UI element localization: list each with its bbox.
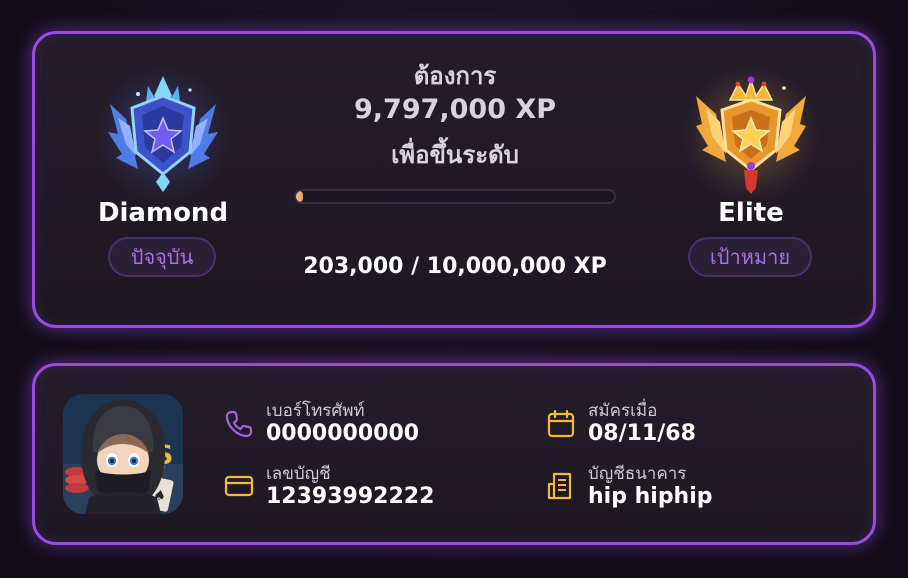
card-icon [224,475,254,497]
target-rank-tag: เป้าหมาย [688,237,812,277]
need-suffix: เพื่อขึ้นระดับ [391,141,519,169]
current-rank-name: Diamond [97,198,229,228]
diamond-rank-badge-icon [108,76,218,192]
need-label: ต้องการ [413,62,497,90]
xp-progress-bar [294,189,616,204]
phone-icon [225,410,253,438]
xp-progress-text: 203,000 / 10,000,000 XP [303,254,607,279]
bank-value: hip hiphip [588,484,713,509]
account-no-value: 12393992222 [266,484,435,509]
bank-label: บัญชีธนาคาร [588,464,687,484]
xp-progress-fill [296,191,303,202]
profile-card: $ ♠ [32,363,876,545]
current-rank-tag: ปัจจุบัน [108,237,216,277]
calendar-icon [547,409,575,438]
registered-label: สมัครเมื่อ [588,401,658,421]
rank-progress-card: Diamond ปัจจุบัน Elite เป้าหมาย ต้องการ … [32,31,876,328]
ninja-avatar-image: $ ♠ [63,394,183,514]
need-xp: 9,797,000 XP [353,94,557,125]
bank-receipt-icon [547,472,572,500]
phone-label: เบอร์โทรศัพท์ [266,401,365,421]
phone-value: 0000000000 [266,421,420,446]
registered-value: 08/11/68 [588,421,696,446]
target-rank-name: Elite [718,198,784,228]
account-no-label: เลขบัญชี [266,464,331,484]
current-rank-badge [88,54,238,214]
target-rank-badge [676,54,826,214]
avatar: $ ♠ [63,394,183,514]
elite-rank-badge-icon [696,76,806,194]
page: Diamond ปัจจุบัน Elite เป้าหมาย ต้องการ … [0,0,908,578]
